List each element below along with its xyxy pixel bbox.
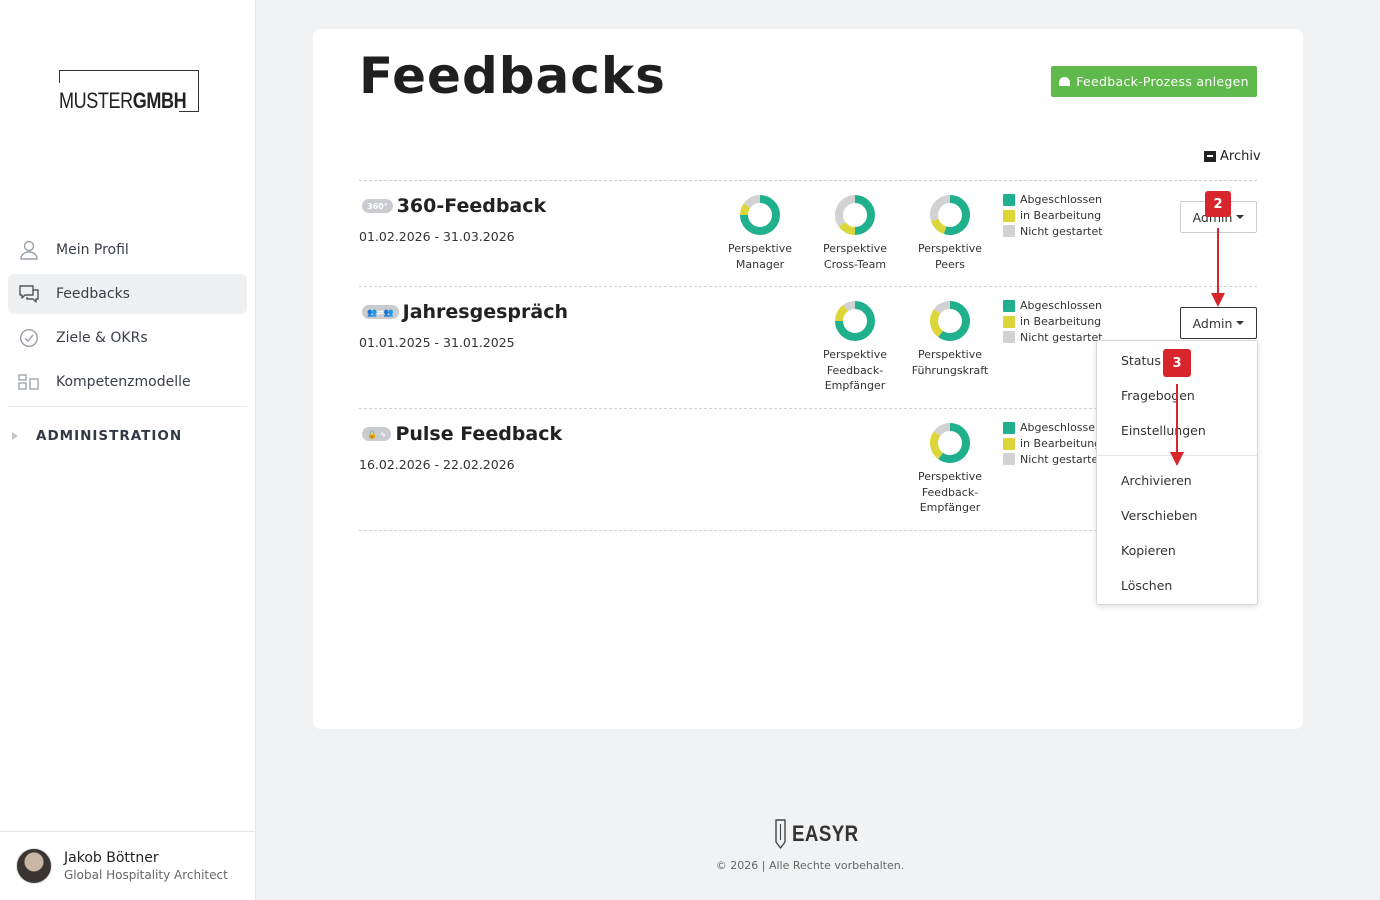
admin-dropdown-button[interactable]: Admin bbox=[1180, 307, 1257, 339]
nav-divider bbox=[8, 406, 247, 407]
legend-swatch-done bbox=[1003, 421, 1015, 434]
sidebar-group-administration[interactable]: ADMINISTRATION bbox=[8, 421, 247, 451]
admin-dropdown-menu: Status Fragebogen Einstellungen Archivie… bbox=[1096, 340, 1258, 605]
status-donut-chart bbox=[930, 301, 970, 341]
sidebar-item-label: Feedbacks bbox=[56, 286, 130, 302]
chat-bubbles-icon bbox=[18, 283, 40, 305]
company-logo[interactable]: MUSTERGMBH bbox=[59, 70, 199, 113]
legend-swatch-not-started bbox=[1003, 331, 1015, 344]
perspective-fuehrungskraft[interactable]: Perspektive Führungskraft bbox=[905, 299, 995, 378]
annotation-step-3-badge: 3 bbox=[1163, 349, 1191, 377]
process-dates: 16.02.2026 - 22.02.2026 bbox=[359, 457, 515, 472]
copyright-text: © 2026 | Alle Rechte vorbehalten. bbox=[715, 859, 905, 872]
legend-swatch-not-started bbox=[1003, 453, 1015, 466]
donut-segment-not-started bbox=[933, 423, 951, 437]
status-donut-chart bbox=[930, 195, 970, 235]
status-legend: Abgeschlossen in Bearbeitung Nicht gesta… bbox=[1003, 420, 1103, 467]
donut-segment-progress bbox=[740, 203, 751, 216]
check-circle-icon bbox=[18, 327, 40, 349]
status-donut-chart bbox=[835, 195, 875, 235]
donut-segment-not-started bbox=[843, 301, 856, 312]
donut-segment-not-started bbox=[930, 195, 951, 222]
caret-down-icon bbox=[1236, 215, 1245, 219]
donut-segment-not-started bbox=[933, 301, 951, 315]
donut-segment-progress bbox=[835, 304, 849, 322]
perspective-feedback-empfaenger[interactable]: Perspektive Feedback- Empfänger bbox=[810, 299, 900, 394]
donut-segment-progress bbox=[930, 431, 944, 460]
sidebar-item-label: Mein Profil bbox=[56, 242, 129, 258]
sidebar-item-label: Ziele & OKRs bbox=[56, 330, 148, 346]
conversation-badge-icon: 👥⇄👥 bbox=[362, 305, 399, 319]
360-badge-icon: 360° bbox=[362, 199, 393, 213]
perspective-feedback-empfaenger[interactable]: Perspektive Feedback- Empfänger bbox=[905, 421, 995, 516]
annotation-step-2-badge: 2 bbox=[1205, 191, 1231, 217]
easyr-pencil-icon bbox=[775, 819, 786, 849]
sidebar-group-label: ADMINISTRATION bbox=[36, 428, 183, 444]
feedbacks-card: Feedbacks Feedback-Prozess anlegen Archi… bbox=[313, 29, 1303, 729]
blocks-icon bbox=[18, 371, 40, 393]
donut-segment-done bbox=[854, 195, 875, 235]
caret-right-icon bbox=[12, 432, 18, 440]
feedback-process-row: 360° 360-Feedback 01.02.2026 - 31.03.202… bbox=[359, 180, 1257, 286]
menu-item-loeschen[interactable]: Löschen bbox=[1121, 578, 1172, 593]
user-icon bbox=[18, 239, 40, 261]
process-dates: 01.02.2026 - 31.03.2026 bbox=[359, 229, 515, 244]
perspective-cross-team[interactable]: Perspektive Cross-Team bbox=[810, 193, 900, 272]
menu-item-verschieben[interactable]: Verschieben bbox=[1121, 508, 1197, 523]
dashboard-icon bbox=[1059, 77, 1071, 86]
donut-segment-progress bbox=[930, 309, 944, 338]
sidebar-item-mein-profil[interactable]: Mein Profil bbox=[8, 230, 247, 270]
process-dates: 01.01.2025 - 31.01.2025 bbox=[359, 335, 515, 350]
sidebar-item-ziele-okrs[interactable]: Ziele & OKRs bbox=[8, 318, 247, 358]
donut-segment-not-started bbox=[743, 195, 761, 209]
process-title[interactable]: Pulse Feedback bbox=[395, 423, 562, 445]
archive-icon bbox=[1204, 151, 1216, 162]
status-donut-chart bbox=[740, 195, 780, 235]
status-legend: Abgeschlossen in Bearbeitung Nicht gesta… bbox=[1003, 298, 1103, 345]
process-title[interactable]: Jahresgespräch bbox=[403, 301, 568, 323]
legend-swatch-not-started bbox=[1003, 225, 1015, 238]
menu-item-fragebogen[interactable]: Fragebogen bbox=[1121, 388, 1195, 403]
perspective-peers[interactable]: Perspektive Peers bbox=[905, 193, 995, 272]
create-feedback-process-button[interactable]: Feedback-Prozess anlegen bbox=[1051, 66, 1257, 97]
menu-item-kopieren[interactable]: Kopieren bbox=[1121, 543, 1176, 558]
archive-link[interactable]: Archiv bbox=[1204, 149, 1261, 164]
legend-swatch-progress bbox=[1003, 437, 1015, 450]
donut-segment-not-started bbox=[835, 195, 856, 227]
donut-segment-done bbox=[943, 195, 970, 235]
page-title: Feedbacks bbox=[359, 47, 666, 105]
easyr-logo: EASYR bbox=[772, 818, 870, 850]
caret-down-icon bbox=[1236, 321, 1245, 325]
menu-item-einstellungen[interactable]: Einstellungen bbox=[1121, 423, 1206, 438]
donut-segment-progress bbox=[930, 218, 947, 235]
donut-segment-progress bbox=[838, 221, 856, 235]
menu-item-status[interactable]: Status bbox=[1121, 353, 1161, 368]
pulse-badge-icon: 🔒 ∿ bbox=[362, 427, 392, 441]
sidebar: MUSTERGMBH Mein Profil Feedbacks Ziele &… bbox=[0, 0, 256, 900]
legend-swatch-done bbox=[1003, 193, 1015, 206]
sidebar-item-kompetenzmodelle[interactable]: Kompetenzmodelle bbox=[8, 362, 247, 402]
legend-swatch-done bbox=[1003, 299, 1015, 312]
sidebar-item-label: Kompetenzmodelle bbox=[56, 374, 191, 390]
main-nav: Mein Profil Feedbacks Ziele & OKRs Kompe… bbox=[8, 230, 247, 451]
menu-divider bbox=[1097, 455, 1257, 456]
status-legend: Abgeschlossen in Bearbeitung Nicht gesta… bbox=[1003, 192, 1103, 239]
legend-swatch-progress bbox=[1003, 209, 1015, 222]
process-title[interactable]: 360-Feedback bbox=[397, 195, 546, 217]
perspective-manager[interactable]: Perspektive Manager bbox=[715, 193, 805, 272]
status-donut-chart bbox=[835, 301, 875, 341]
status-donut-chart bbox=[930, 423, 970, 463]
sidebar-item-feedbacks[interactable]: Feedbacks bbox=[8, 274, 247, 314]
legend-swatch-progress bbox=[1003, 315, 1015, 328]
menu-item-archivieren[interactable]: Archivieren bbox=[1121, 473, 1192, 488]
